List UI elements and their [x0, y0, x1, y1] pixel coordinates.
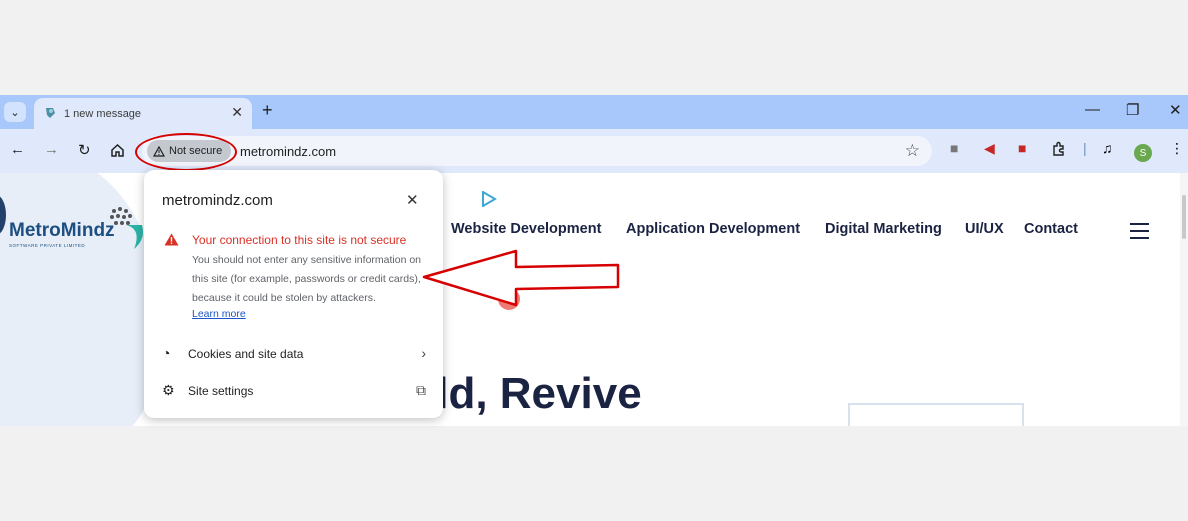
reload-icon[interactable]: ↻ [78, 141, 91, 159]
address-bar[interactable]: Not secure metromindz.com ☆ [142, 136, 932, 166]
url-text[interactable]: metromindz.com [240, 144, 336, 159]
puzzle-icon[interactable] [1051, 141, 1067, 157]
home-icon[interactable] [110, 143, 125, 158]
cookie-icon: ◔ [162, 345, 171, 361]
warning-icon [164, 233, 179, 246]
logo-mark-icon [110, 207, 143, 249]
hero-heading: ild, Revive [424, 369, 642, 418]
site-settings-row[interactable]: ⚙ Site settings ⧉ [162, 382, 426, 404]
favicon-icon [46, 108, 55, 118]
separator: | [1083, 140, 1087, 156]
chevron-right-icon: › [421, 345, 426, 361]
tab-title: 1 new message [64, 108, 142, 120]
external-link-icon: ⧉ [416, 382, 426, 398]
book-icon[interactable]: ■ [1018, 140, 1026, 156]
logo-text-1: Metro [9, 220, 61, 241]
camera-icon[interactable]: ■ [950, 140, 958, 156]
annotation-oval [135, 133, 237, 171]
new-tab-button[interactable]: + [262, 100, 273, 121]
menu-kebab-icon[interactable]: ⋮ [1170, 140, 1184, 157]
site-info-popup: metromindz.com ✕ Your connection to this… [144, 170, 443, 418]
menu-icon[interactable] [1130, 223, 1149, 244]
scrollbar[interactable] [1180, 173, 1188, 426]
popup-domain: metromindz.com [162, 192, 273, 209]
nav-contact[interactable]: Contact [1024, 221, 1078, 237]
cookies-row[interactable]: ◔ Cookies and site data › [162, 345, 426, 367]
play-icon [482, 191, 497, 207]
nav-digital-marketing[interactable]: Digital Marketing [825, 221, 942, 237]
megaphone-icon[interactable]: ◀ [984, 140, 995, 157]
warning-description: You should not enter any sensitive infor… [192, 254, 422, 304]
logo-subtitle: SOFTWARE PRIVATE LIMITED [9, 243, 86, 248]
minimize-button[interactable]: — [1085, 101, 1100, 118]
hero-illustration [848, 403, 1024, 426]
cookies-label: Cookies and site data [188, 347, 304, 361]
avatar[interactable]: S [1134, 144, 1152, 162]
site-logo[interactable]: MetroMindz [9, 220, 115, 242]
nav-application-development[interactable]: Application Development [626, 221, 800, 237]
gear-icon: ⚙ [162, 382, 175, 398]
tab-strip: ⌄ 1 new message ✕ + — ❐ ✕ [0, 95, 1188, 129]
warning-title: Your connection to this site is not secu… [192, 233, 407, 247]
tab-close-icon[interactable]: ✕ [231, 104, 243, 121]
tab-active[interactable]: 1 new message ✕ [34, 98, 252, 129]
annotation-arrow [422, 249, 620, 307]
chevron-down-icon[interactable]: ⌄ [4, 102, 26, 122]
forward-icon[interactable]: → [44, 141, 59, 158]
nav-uiux[interactable]: UI/UX [965, 221, 1004, 237]
nav-website-development[interactable]: Website Development [451, 221, 601, 237]
close-window-button[interactable]: ✕ [1169, 101, 1182, 119]
close-icon[interactable]: ✕ [406, 191, 419, 209]
site-settings-label: Site settings [188, 384, 254, 398]
media-icon[interactable]: ♫ [1102, 140, 1113, 156]
star-icon[interactable]: ☆ [905, 141, 920, 161]
back-icon[interactable]: ← [10, 141, 25, 158]
maximize-button[interactable]: ❐ [1126, 101, 1139, 119]
learn-more-link[interactable]: Learn more [192, 308, 246, 320]
